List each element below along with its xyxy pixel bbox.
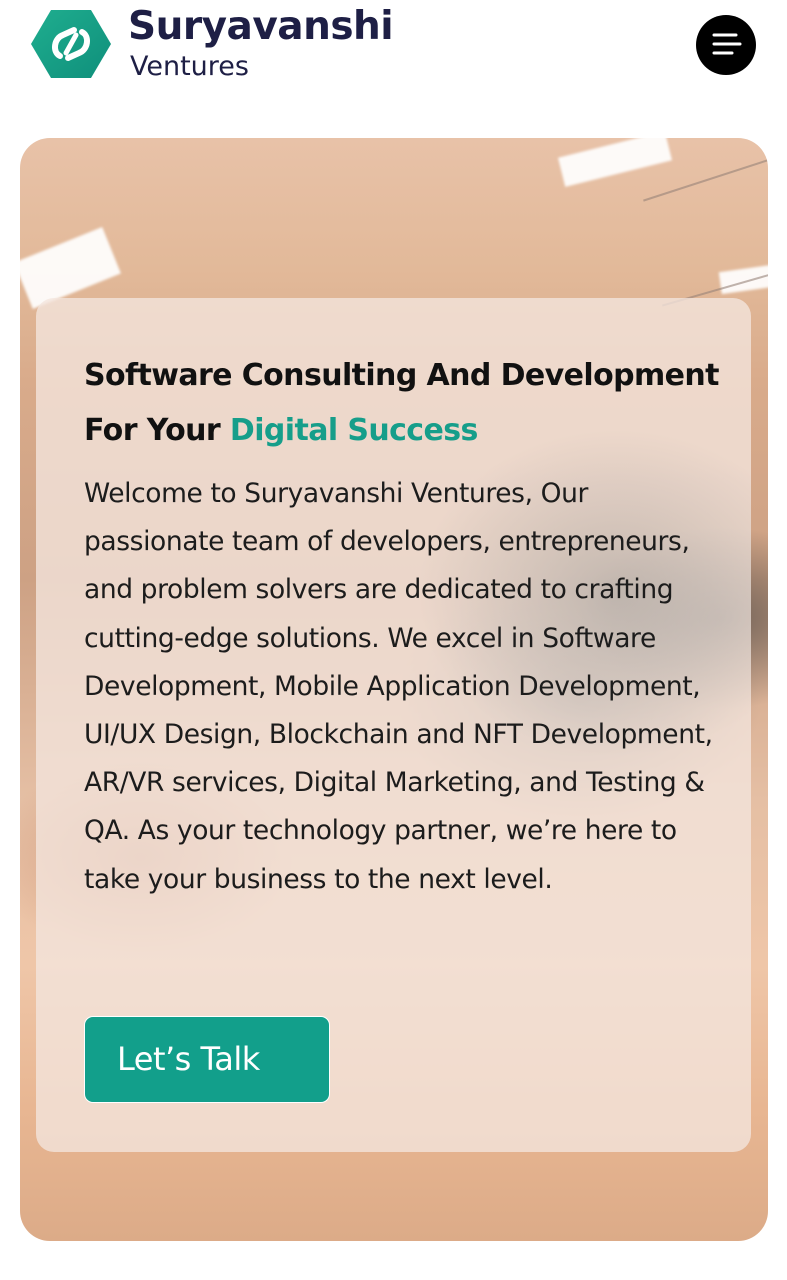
page: Suryavanshi Ventures Software Consulting… (0, 0, 787, 1280)
lets-talk-button[interactable]: Let’s Talk (84, 1016, 330, 1103)
menu-button[interactable] (696, 15, 756, 75)
hero-title-accent: Digital Success (229, 413, 478, 448)
hero-section: Software Consulting And Development For … (20, 138, 768, 1241)
background-ceiling-line (643, 156, 768, 202)
site-header: Suryavanshi Ventures (0, 0, 787, 110)
hero-description: Welcome to Suryavanshi Ventures, Our pas… (84, 478, 713, 895)
suryavanshi-logo-icon[interactable] (30, 8, 112, 80)
brand-name: Suryavanshi (128, 4, 394, 49)
hamburger-menu-icon (712, 33, 742, 55)
hero-title: Software Consulting And Development For … (84, 348, 744, 458)
brand-subtitle: Ventures (130, 51, 249, 82)
background-ceiling-light (558, 138, 672, 187)
hero-card: Software Consulting And Development For … (36, 298, 751, 1152)
background-ceiling-light (20, 227, 121, 309)
background-ceiling-light (718, 263, 768, 295)
